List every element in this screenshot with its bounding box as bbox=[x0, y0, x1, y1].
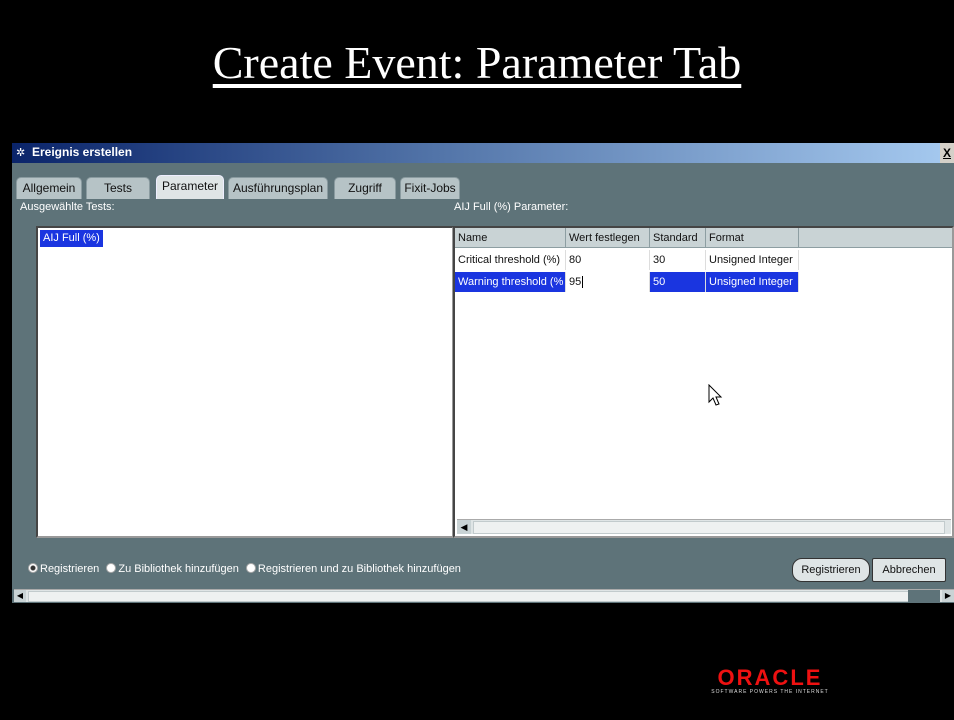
scroll-right-arrow-icon[interactable]: ▶ bbox=[942, 590, 954, 602]
mouse-pointer-icon bbox=[708, 384, 723, 406]
column-header-standard[interactable]: Standard bbox=[650, 228, 706, 248]
tab-zugriff[interactable]: Zugriff bbox=[334, 177, 396, 199]
cell-name: Critical threshold (%) bbox=[455, 250, 566, 270]
oracle-logo: ORACLE SOFTWARE POWERS THE INTERNET bbox=[700, 667, 840, 697]
cell-standard: 50 bbox=[650, 272, 706, 292]
cell-standard: 30 bbox=[650, 250, 706, 270]
logo-wordmark: ORACLE bbox=[717, 665, 823, 690]
tab-tests[interactable]: Tests bbox=[86, 177, 150, 199]
radio-label: Zu Bibliothek hinzufügen bbox=[118, 563, 239, 575]
slide-title: Create Event: Parameter Tab bbox=[212, 37, 742, 88]
app-icon: ✲ bbox=[16, 147, 26, 159]
cancel-button[interactable]: Abbrechen bbox=[872, 558, 946, 582]
column-header-format[interactable]: Format bbox=[706, 228, 799, 248]
radio-zu-bibliothek[interactable]: Zu Bibliothek hinzufügen bbox=[106, 563, 239, 575]
scrollbar-track-dark bbox=[908, 590, 940, 602]
selected-tests-label: Ausgewählte Tests: bbox=[20, 201, 115, 213]
dialog-horizontal-scrollbar[interactable]: ◀ ▶ bbox=[14, 589, 954, 602]
cell-value[interactable]: 80 bbox=[566, 250, 650, 270]
tab-parameter[interactable]: Parameter bbox=[156, 175, 224, 199]
scrollbar-thumb[interactable] bbox=[473, 521, 945, 534]
radio-dot bbox=[106, 563, 117, 573]
scroll-left-arrow-icon[interactable]: ◀ bbox=[457, 520, 471, 534]
scroll-left-arrow-icon[interactable]: ◀ bbox=[14, 590, 26, 602]
parameter-label: AIJ Full (%) Parameter: bbox=[454, 201, 569, 213]
register-options: Registrieren Zu Bibliothek hinzufügen Re… bbox=[28, 563, 465, 575]
tab-ausfuehrungsplan[interactable]: Ausführungsplan bbox=[228, 177, 328, 199]
column-header-value[interactable]: Wert festlegen bbox=[566, 228, 650, 248]
close-button[interactable]: X bbox=[940, 143, 954, 163]
logo-tagline: SOFTWARE POWERS THE INTERNET bbox=[711, 689, 829, 695]
table-horizontal-scrollbar[interactable]: ◀ bbox=[457, 519, 951, 534]
column-header-filler bbox=[799, 228, 952, 248]
dialog-title: Ereignis erstellen bbox=[32, 145, 133, 159]
register-button[interactable]: Registrieren bbox=[792, 558, 870, 582]
parameter-table: Name Wert festlegen Standard Format Crit… bbox=[453, 226, 954, 538]
selected-tests-list[interactable]: AIJ Full (%) bbox=[36, 226, 454, 538]
cell-value-text: 95 bbox=[569, 276, 582, 288]
cell-value-editing[interactable]: 95 bbox=[566, 272, 650, 292]
radio-dot bbox=[245, 563, 256, 573]
tab-allgemein[interactable]: Allgemein bbox=[16, 177, 82, 199]
cell-format: Unsigned Integer bbox=[706, 250, 799, 270]
dialog-titlebar: ✲ Ereignis erstellen X bbox=[12, 143, 954, 163]
tab-fixit-jobs[interactable]: Fixit-Jobs bbox=[400, 177, 460, 199]
radio-label: Registrieren und zu Bibliothek hinzufüge… bbox=[257, 563, 461, 575]
cell-name: Warning threshold (% bbox=[455, 272, 566, 292]
radio-label: Registrieren bbox=[40, 563, 100, 575]
radio-dot bbox=[28, 563, 38, 573]
radio-registrieren[interactable]: Registrieren bbox=[28, 563, 99, 575]
column-header-name[interactable]: Name bbox=[455, 228, 566, 248]
cell-format: Unsigned Integer bbox=[706, 272, 799, 292]
text-caret bbox=[582, 276, 584, 289]
list-item[interactable]: AIJ Full (%) bbox=[40, 230, 103, 247]
radio-registrieren-und-bibliothek[interactable]: Registrieren und zu Bibliothek hinzufüge… bbox=[245, 563, 461, 575]
scrollbar-thumb[interactable] bbox=[28, 591, 910, 602]
